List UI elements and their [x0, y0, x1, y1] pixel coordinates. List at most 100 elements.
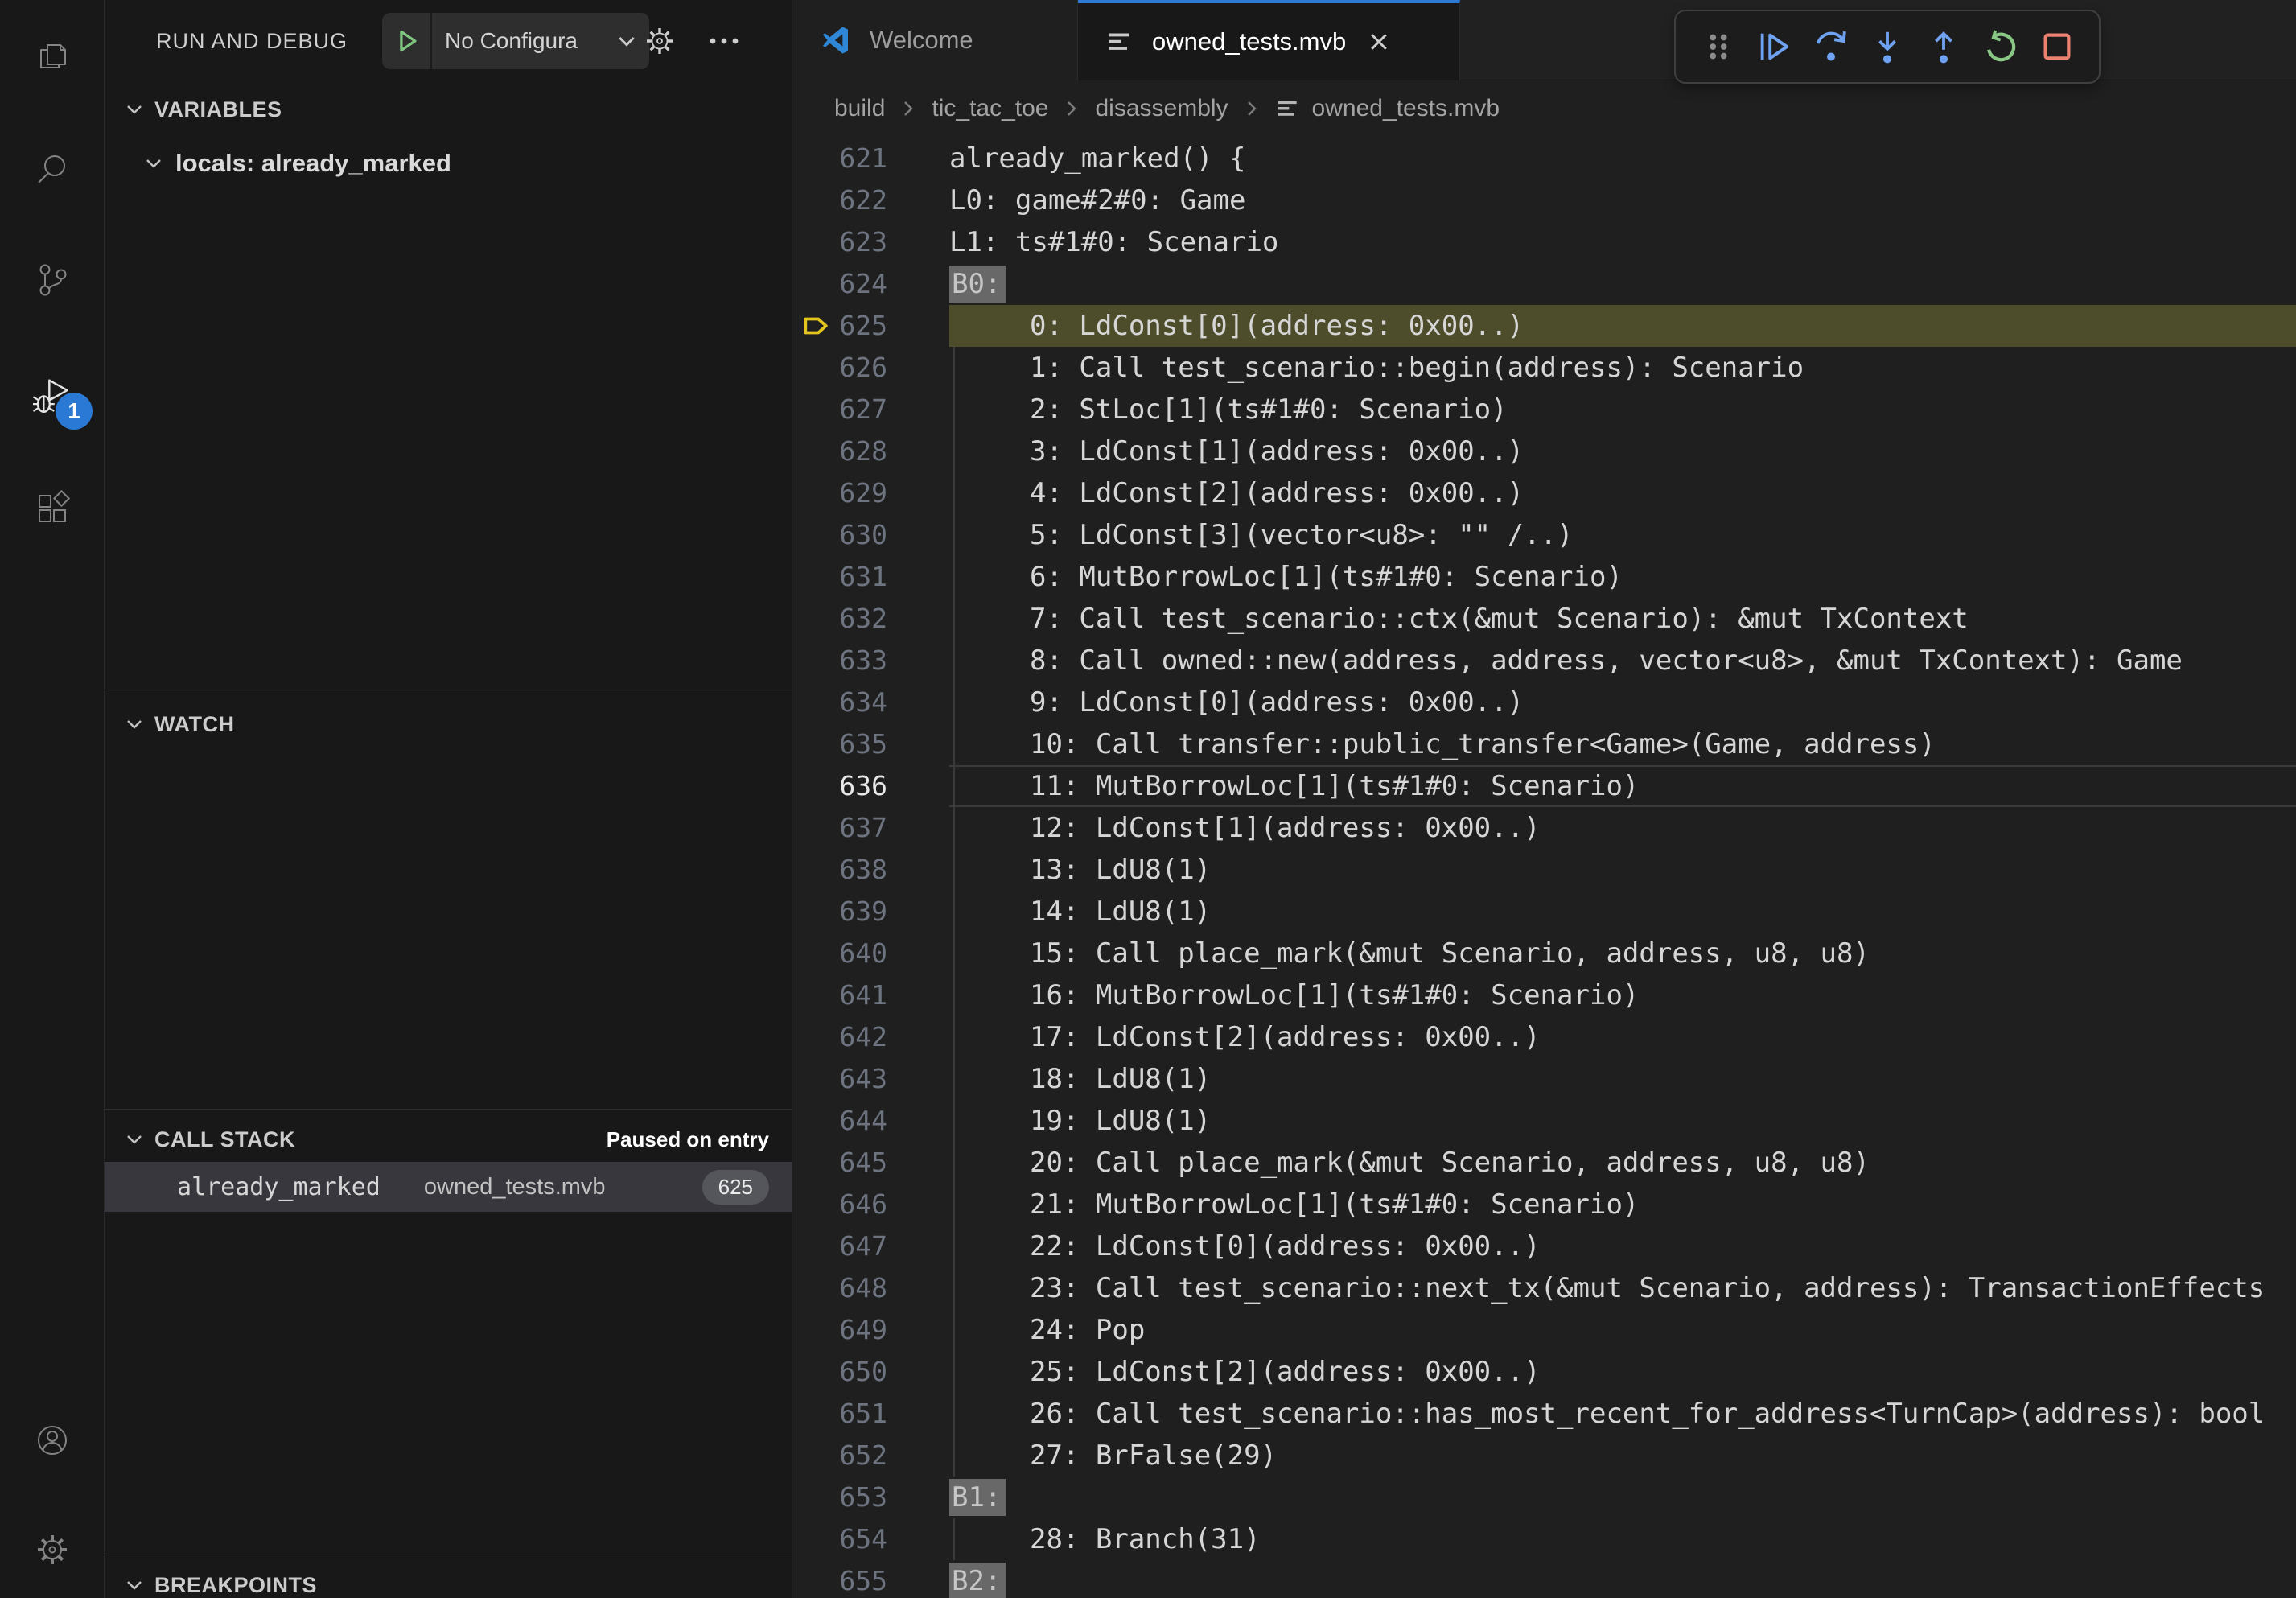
breadcrumb-item[interactable]: owned_tests.mvb	[1312, 95, 1500, 122]
source-control-icon[interactable]	[0, 237, 104, 323]
code-line[interactable]: 6338: Call owned::new(address, address, …	[792, 640, 2296, 682]
code-line[interactable]: 64318: LdU8(1)	[792, 1058, 2296, 1100]
step-into-icon[interactable]	[1866, 21, 1908, 72]
gutter[interactable]: 642	[792, 1016, 949, 1058]
code-line[interactable]: 6349: LdConst[0](address: 0x00..)	[792, 682, 2296, 723]
explorer-icon[interactable]	[0, 14, 104, 101]
gutter[interactable]: 649	[792, 1309, 949, 1351]
variables-locals-row[interactable]: locals: already_marked	[105, 138, 792, 188]
toolbar-drag-handle-icon[interactable]	[1697, 21, 1738, 72]
code-line[interactable]: 64722: LdConst[0](address: 0x00..)	[792, 1225, 2296, 1267]
close-icon[interactable]	[1367, 30, 1391, 54]
gutter[interactable]: 623	[792, 221, 949, 263]
debug-config-dropdown[interactable]: No Configura	[382, 13, 649, 69]
code-line[interactable]: 64116: MutBorrowLoc[1](ts#1#0: Scenario)	[792, 974, 2296, 1016]
more-actions-icon[interactable]	[702, 0, 747, 82]
extensions-icon[interactable]	[0, 465, 104, 552]
gutter[interactable]: 625	[792, 305, 949, 347]
section-variables-header[interactable]: VARIABLES	[105, 85, 792, 134]
code-line[interactable]: 63914: LdU8(1)	[792, 891, 2296, 933]
code-line[interactable]: 655B2:	[792, 1560, 2296, 1598]
run-and-debug-icon[interactable]: 1	[0, 352, 104, 439]
gutter[interactable]: 641	[792, 974, 949, 1016]
gutter[interactable]: 653	[792, 1477, 949, 1518]
code-line[interactable]: 623L1: ts#1#0: Scenario	[792, 221, 2296, 263]
code-line[interactable]: 63813: LdU8(1)	[792, 849, 2296, 891]
gutter[interactable]: 624	[792, 263, 949, 305]
section-watch-header[interactable]: WATCH	[105, 700, 792, 748]
gutter[interactable]: 648	[792, 1267, 949, 1309]
gutter[interactable]: 643	[792, 1058, 949, 1100]
code-line[interactable]: 6305: LdConst[3](vector<u8>: "" /..)	[792, 514, 2296, 556]
debug-settings-gear-icon[interactable]	[637, 0, 682, 82]
gutter[interactable]: 632	[792, 598, 949, 640]
gutter[interactable]: 637	[792, 807, 949, 849]
stop-icon[interactable]	[2036, 21, 2078, 72]
gutter[interactable]: 644	[792, 1100, 949, 1142]
search-icon[interactable]	[0, 126, 104, 212]
gutter[interactable]: 628	[792, 430, 949, 472]
code-line[interactable]: 65126: Call test_scenario::has_most_rece…	[792, 1393, 2296, 1435]
section-call-stack-header[interactable]: CALL STACK Paused on entry	[105, 1115, 792, 1163]
gutter[interactable]: 622	[792, 179, 949, 221]
code-line[interactable]: 6261: Call test_scenario::begin(address)…	[792, 347, 2296, 389]
breadcrumb-item[interactable]: disassembly	[1095, 95, 1228, 122]
gutter[interactable]: 629	[792, 472, 949, 514]
code-line[interactable]: 6283: LdConst[1](address: 0x00..)	[792, 430, 2296, 472]
gutter[interactable]: 655	[792, 1560, 949, 1598]
code-line[interactable]: 64520: Call place_mark(&mut Scenario, ad…	[792, 1142, 2296, 1184]
gutter[interactable]: 645	[792, 1142, 949, 1184]
gutter[interactable]: 630	[792, 514, 949, 556]
accounts-icon[interactable]	[0, 1397, 104, 1484]
gutter[interactable]: 639	[792, 891, 949, 933]
gutter[interactable]: 627	[792, 389, 949, 430]
start-debugging-icon[interactable]	[382, 13, 432, 69]
code-line[interactable]: 64823: Call test_scenario::next_tx(&mut …	[792, 1267, 2296, 1309]
code-line[interactable]: 6327: Call test_scenario::ctx(&mut Scena…	[792, 598, 2296, 640]
code-line[interactable]: 622L0: game#2#0: Game	[792, 179, 2296, 221]
call-stack-frame[interactable]: already_marked owned_tests.mvb 625	[105, 1162, 792, 1212]
gutter[interactable]: 633	[792, 640, 949, 682]
tab-welcome[interactable]: Welcome	[792, 0, 1078, 80]
code-line[interactable]: 624B0:	[792, 263, 2296, 305]
code-line[interactable]: 64217: LdConst[2](address: 0x00..)	[792, 1016, 2296, 1058]
gutter[interactable]: 654	[792, 1518, 949, 1560]
step-out-icon[interactable]	[1923, 21, 1965, 72]
code-line[interactable]: 6272: StLoc[1](ts#1#0: Scenario)	[792, 389, 2296, 430]
code-line[interactable]: 64924: Pop	[792, 1309, 2296, 1351]
code-line[interactable]: 6294: LdConst[2](address: 0x00..)	[792, 472, 2296, 514]
gutter[interactable]: 626	[792, 347, 949, 389]
code-line[interactable]: 63712: LdConst[1](address: 0x00..)	[792, 807, 2296, 849]
code-line[interactable]: 65025: LdConst[2](address: 0x00..)	[792, 1351, 2296, 1393]
code-line[interactable]: 64015: Call place_mark(&mut Scenario, ad…	[792, 933, 2296, 974]
gutter[interactable]: 631	[792, 556, 949, 598]
gutter[interactable]: 646	[792, 1184, 949, 1225]
gutter[interactable]: 652	[792, 1435, 949, 1477]
gutter[interactable]: 635	[792, 723, 949, 765]
code-line[interactable]: 65428: Branch(31)	[792, 1518, 2296, 1560]
code-line[interactable]: 63510: Call transfer::public_transfer<Ga…	[792, 723, 2296, 765]
restart-icon[interactable]	[1980, 21, 2022, 72]
gutter[interactable]: 636	[792, 765, 949, 807]
gutter[interactable]: 647	[792, 1225, 949, 1267]
gutter[interactable]: 640	[792, 933, 949, 974]
step-over-icon[interactable]	[1810, 21, 1852, 72]
gutter[interactable]: 634	[792, 682, 949, 723]
continue-icon[interactable]	[1753, 21, 1795, 72]
code-line[interactable]: 64419: LdU8(1)	[792, 1100, 2296, 1142]
code-line[interactable]: 621already_marked() {	[792, 138, 2296, 179]
settings-gear-icon[interactable]	[0, 1506, 104, 1593]
gutter[interactable]: 650	[792, 1351, 949, 1393]
code-editor[interactable]: 621already_marked() {622L0: game#2#0: Ga…	[792, 138, 2296, 1598]
breadcrumb-item[interactable]: tic_tac_toe	[932, 95, 1048, 122]
tab-owned-tests[interactable]: owned_tests.mvb	[1078, 0, 1460, 80]
gutter[interactable]: 621	[792, 138, 949, 179]
section-breakpoints-header[interactable]: BREAKPOINTS	[105, 1561, 792, 1598]
code-line[interactable]: 65227: BrFalse(29)	[792, 1435, 2296, 1477]
code-line[interactable]: 6316: MutBorrowLoc[1](ts#1#0: Scenario)	[792, 556, 2296, 598]
gutter[interactable]: 638	[792, 849, 949, 891]
gutter[interactable]: 651	[792, 1393, 949, 1435]
code-line[interactable]: 64621: MutBorrowLoc[1](ts#1#0: Scenario)	[792, 1184, 2296, 1225]
code-line[interactable]: 6250: LdConst[0](address: 0x00..)	[792, 305, 2296, 347]
code-line[interactable]: 63611: MutBorrowLoc[1](ts#1#0: Scenario)	[792, 765, 2296, 807]
